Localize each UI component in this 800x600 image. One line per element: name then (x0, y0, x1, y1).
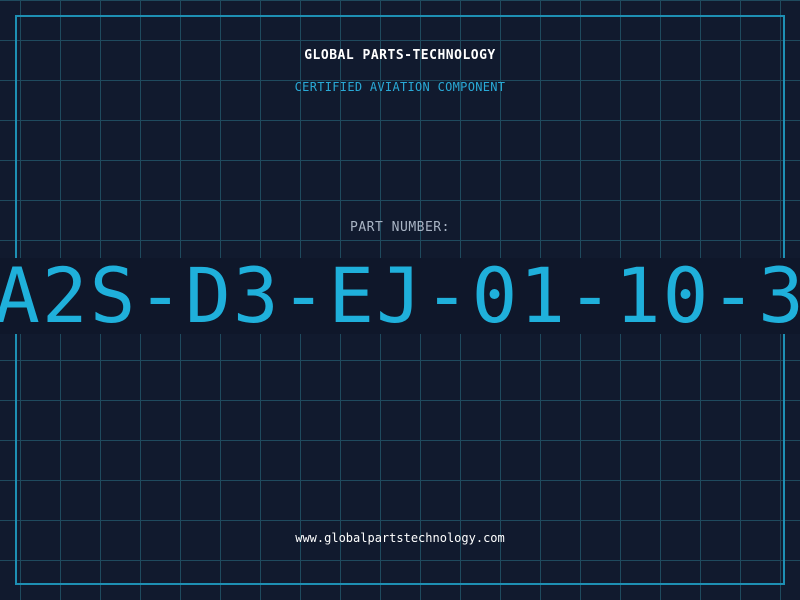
part-label-card: GLOBAL PARTS-TECHNOLOGY CERTIFIED AVIATI… (0, 0, 800, 600)
website-link[interactable]: www.globalpartstechnology.com (0, 531, 800, 545)
part-number-label: PART NUMBER: (350, 220, 450, 235)
part-number-value: JA2S-D3-EJ-01-10-3B (0, 258, 800, 334)
company-name: GLOBAL PARTS-TECHNOLOGY (304, 48, 496, 63)
certification-subtitle: CERTIFIED AVIATION COMPONENT (294, 80, 506, 94)
part-number-band: JA2S-D3-EJ-01-10-3B (0, 258, 800, 334)
